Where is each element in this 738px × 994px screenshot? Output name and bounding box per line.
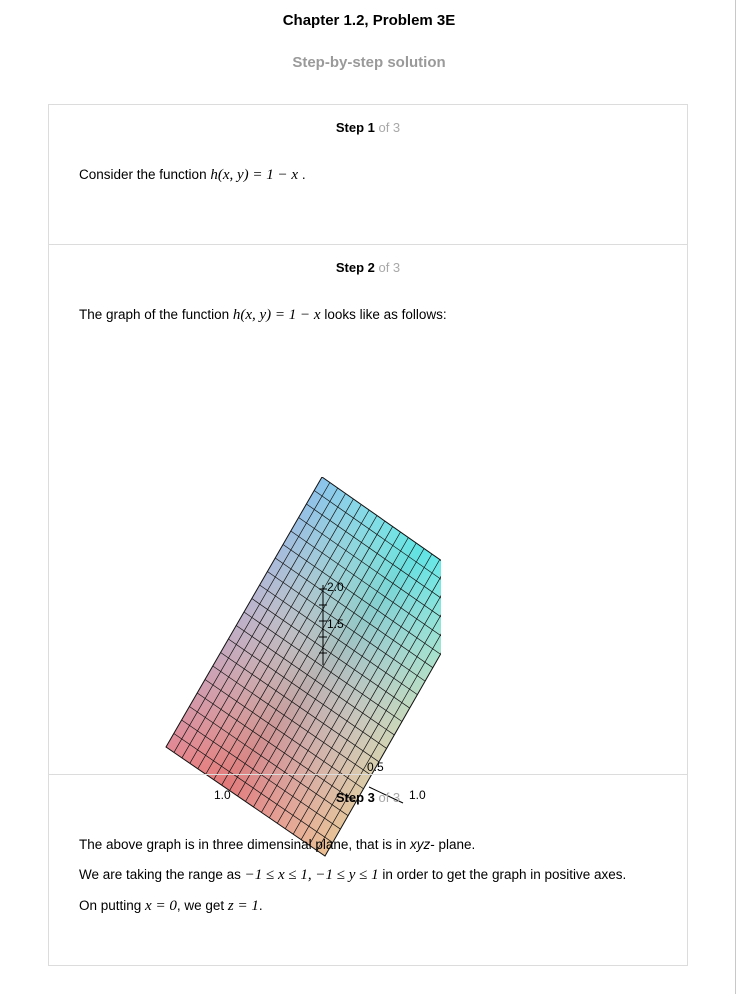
step-2-text-post: looks like as follows: bbox=[324, 307, 447, 322]
step-1-equation-text: h(x, y) = 1 − x bbox=[210, 167, 299, 183]
step-2-header: Step 2 of 3 bbox=[49, 260, 687, 275]
step-3-line-2-pre: We are taking the range as bbox=[79, 867, 245, 882]
step-3: Step 3 of 3 The above graph is in three … bbox=[49, 774, 687, 966]
page-right-border bbox=[735, 0, 736, 994]
step-3-line-1-pre: The above graph is in three dimensinal p… bbox=[79, 837, 410, 852]
axis-label-z-1-5: 1.5 bbox=[327, 617, 344, 631]
step-1-text-pre: Consider the function bbox=[79, 167, 211, 182]
step-1-text-post: . bbox=[301, 167, 306, 182]
step-1: Step 1 of 3 Consider the function h(x, y… bbox=[49, 105, 687, 244]
page-subtitle: Step-by-step solution bbox=[292, 54, 446, 71]
step-2-count: of 3 bbox=[374, 260, 401, 275]
step-3-header: Step 3 of 3 bbox=[49, 790, 687, 805]
step-1-equation: h(x, y) = 1 − x bbox=[210, 167, 301, 183]
step-1-text: Consider the function h(x, y) = 1 − x . bbox=[79, 167, 306, 184]
step-3-line-3-mid: , we get bbox=[176, 898, 228, 913]
solution-card: Step 1 of 3 Consider the function h(x, y… bbox=[48, 104, 688, 966]
step-3-line-3: On putting x = 0, we get z = 1. bbox=[79, 898, 263, 915]
step-3-label: Step 3 bbox=[335, 790, 375, 805]
step-2-text-pre: The graph of the function bbox=[79, 307, 233, 322]
page-title: Chapter 1.2, Problem 3E bbox=[282, 12, 456, 29]
step-3-line-1: The above graph is in three dimensinal p… bbox=[79, 837, 475, 852]
step-2-label: Step 2 bbox=[335, 260, 375, 275]
axis-label-z-2: 2.0 bbox=[327, 580, 344, 594]
step-2-equation: h(x, y) = 1 − x bbox=[233, 307, 324, 323]
step-1-label: Step 1 bbox=[335, 120, 375, 135]
step-2: Step 2 of 3 The graph of the function h(… bbox=[49, 244, 687, 857]
step-3-x-equation: x = 0 bbox=[145, 898, 177, 914]
step-3-count: of 3 bbox=[374, 790, 401, 805]
step-3-line-1-emph: xyz bbox=[409, 837, 431, 852]
step-2-equation-text: h(x, y) = 1 − x bbox=[232, 307, 321, 323]
step-1-header: Step 1 of 3 bbox=[49, 120, 687, 135]
step-3-z-equation: z = 1 bbox=[227, 898, 259, 914]
axis-label-y-0-5: 0.5 bbox=[367, 760, 384, 774]
step-3-line-3-pre: On putting bbox=[79, 898, 146, 913]
step-3-line-2: We are taking the range as −1 ≤ x ≤ 1, −… bbox=[79, 867, 626, 884]
step-3-line-3-post: . bbox=[258, 898, 263, 913]
step-2-text: The graph of the function h(x, y) = 1 − … bbox=[79, 307, 447, 324]
step-1-count: of 3 bbox=[374, 120, 401, 135]
step-3-line-1-post: - plane. bbox=[430, 837, 476, 852]
step-3-range-equation: −1 ≤ x ≤ 1, −1 ≤ y ≤ 1 bbox=[244, 867, 379, 883]
step-3-line-2-post: in order to get the graph in positive ax… bbox=[382, 867, 627, 882]
